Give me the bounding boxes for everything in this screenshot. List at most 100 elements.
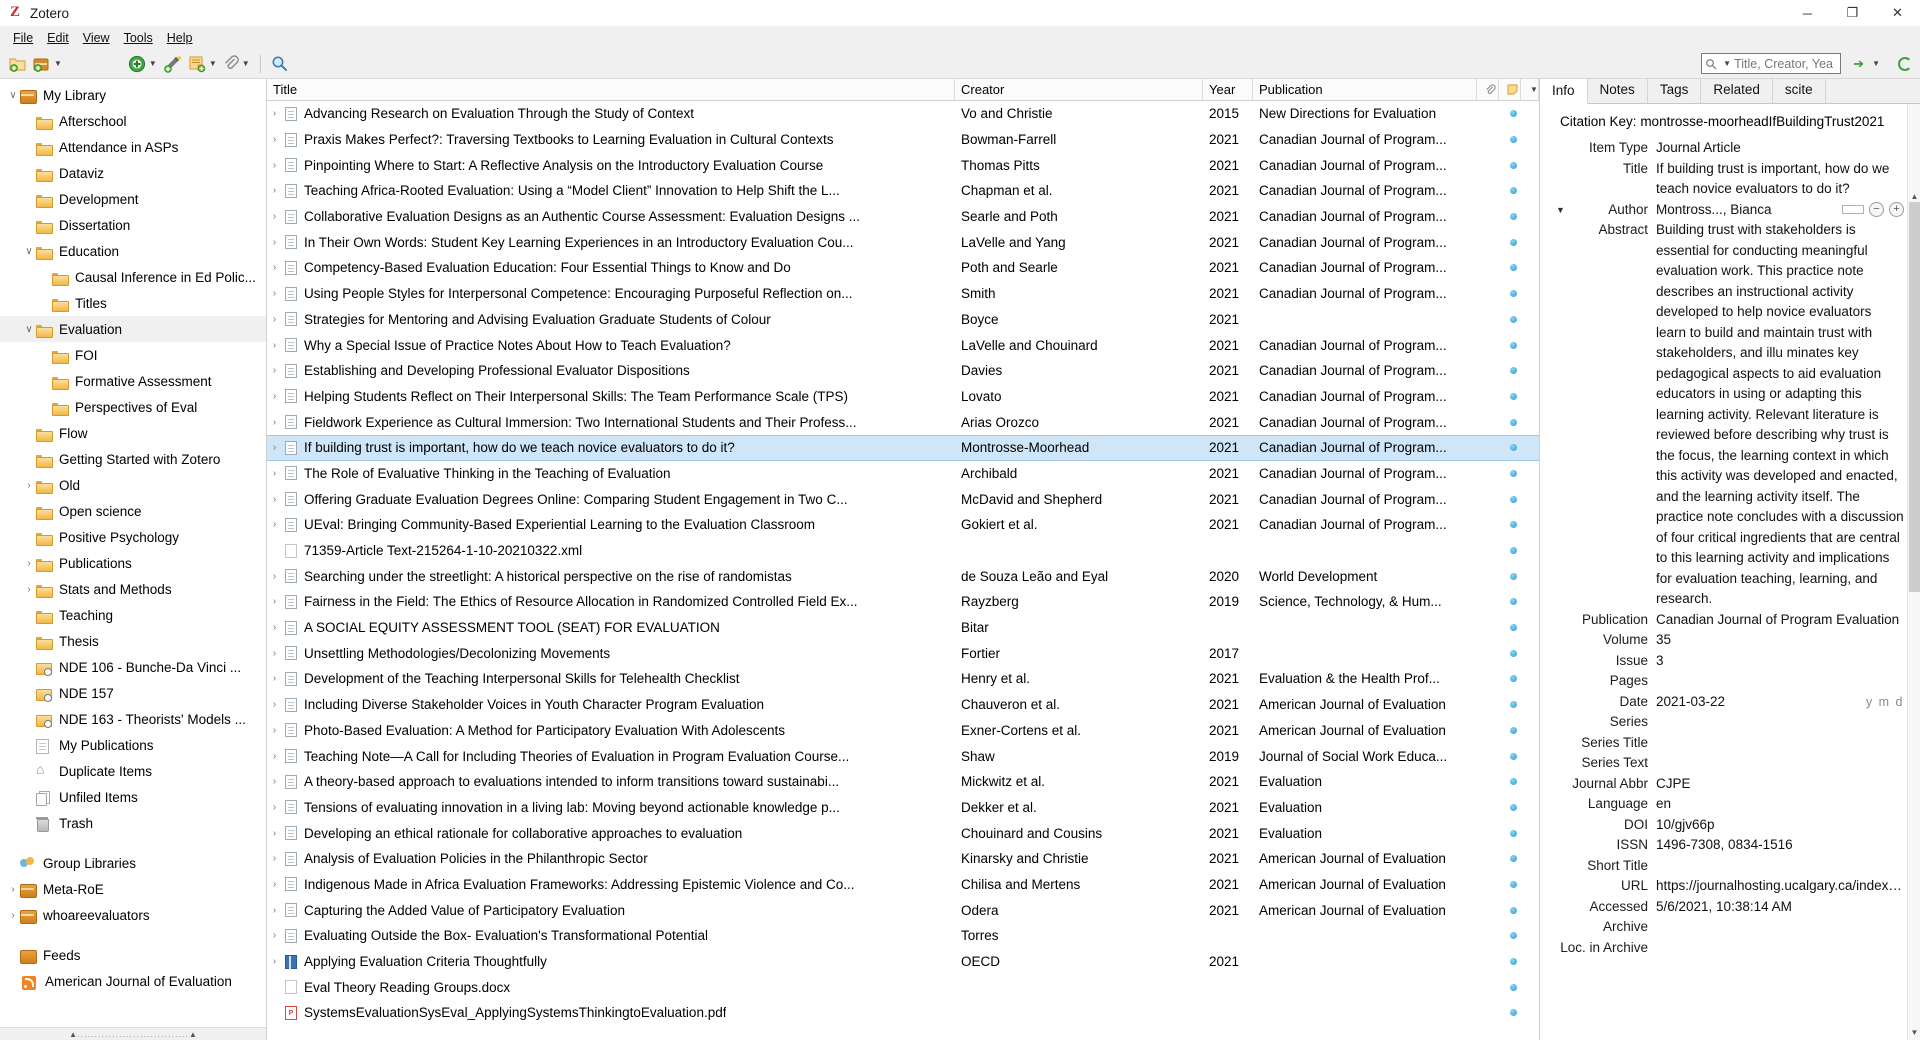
sidebar-group-meta-roe[interactable]: Meta-RoE (0, 876, 266, 902)
field-value[interactable]: Montross..., Bianca (1656, 200, 1836, 221)
field-value[interactable]: en (1656, 794, 1904, 815)
sidebar-item-development[interactable]: Development (0, 186, 266, 212)
twisty-open-icon[interactable] (22, 324, 36, 335)
new-library-chevron-down-icon[interactable]: ▼ (54, 59, 62, 68)
cell-title[interactable]: Development of the Teaching Interpersona… (267, 671, 955, 686)
menu-view[interactable]: View (76, 29, 117, 47)
cell-title[interactable]: Capturing the Added Value of Participato… (267, 903, 955, 918)
cell-title[interactable]: The Role of Evaluative Thinking in the T… (267, 466, 955, 481)
sidebar-group-libraries-header[interactable]: Group Libraries (0, 850, 266, 876)
expand-row-icon[interactable] (267, 391, 282, 402)
field-value[interactable] (1656, 856, 1904, 877)
table-row[interactable]: Why a Special Issue of Practice Notes Ab… (267, 332, 1539, 358)
cell-title[interactable]: A SOCIAL EQUITY ASSESSMENT TOOL (SEAT) F… (267, 620, 955, 635)
sidebar-feeds-header[interactable]: Feeds (0, 942, 266, 968)
add-attachment-chevron-down-icon[interactable]: ▼ (242, 59, 250, 68)
tab-scite[interactable]: scite (1772, 79, 1826, 103)
table-row[interactable]: Capturing the Added Value of Participato… (267, 897, 1539, 923)
cell-title[interactable]: 71359-Article Text-215264-1-10-20210322.… (267, 543, 955, 558)
search-scope-chevron-down-icon[interactable]: ▼ (1723, 59, 1731, 68)
expand-row-icon[interactable] (267, 237, 282, 248)
sidebar-item-titles[interactable]: Titles (0, 290, 266, 316)
twisty-open-icon[interactable]: ▼ (1556, 200, 1565, 221)
menu-help[interactable]: Help (160, 29, 200, 47)
cell-title[interactable]: A theory-based approach to evaluations i… (267, 774, 955, 789)
author-switch-mode-button[interactable] (1842, 205, 1864, 215)
cell-title[interactable]: Indigenous Made in Africa Evaluation Fra… (267, 877, 955, 892)
cell-title[interactable]: Photo-Based Evaluation: A Method for Par… (267, 723, 955, 738)
expand-row-icon[interactable] (267, 108, 282, 119)
twisty-closed-icon[interactable] (22, 480, 36, 491)
expand-row-icon[interactable] (267, 571, 282, 582)
expand-row-icon[interactable] (267, 519, 282, 530)
field-value[interactable] (1656, 733, 1904, 754)
table-row[interactable]: Developing an ethical rationale for coll… (267, 820, 1539, 846)
table-row[interactable]: Competency-Based Evaluation Education: F… (267, 255, 1539, 281)
field-value[interactable]: Canadian Journal of Program Evaluation (1656, 610, 1904, 631)
search-input[interactable]: ▼ Title, Creator, Yea (1701, 53, 1842, 74)
cell-title[interactable]: Strategies for Mentoring and Advising Ev… (267, 312, 955, 327)
column-header-note[interactable] (1499, 79, 1521, 101)
table-row[interactable]: Offering Graduate Evaluation Degrees Onl… (267, 486, 1539, 512)
expand-row-icon[interactable] (267, 930, 282, 941)
sidebar-item-open-science[interactable]: Open science (0, 498, 266, 524)
field-value[interactable]: https://journalhosting.ucalgary.ca/index… (1656, 876, 1904, 897)
sidebar-item-teaching[interactable]: Teaching (0, 602, 266, 628)
column-header-title[interactable]: Title (267, 79, 955, 101)
cell-title[interactable]: Praxis Makes Perfect?: Traversing Textbo… (267, 132, 955, 147)
expand-row-icon[interactable] (267, 622, 282, 633)
twisty-open-icon[interactable] (22, 246, 36, 257)
cell-title[interactable]: Fairness in the Field: The Ethics of Res… (267, 594, 955, 609)
sidebar-item-evaluation[interactable]: Evaluation (0, 316, 266, 342)
table-row[interactable]: Helping Students Reflect on Their Interp… (267, 384, 1539, 410)
table-row[interactable]: Photo-Based Evaluation: A Method for Par… (267, 718, 1539, 744)
tab-related[interactable]: Related (1701, 79, 1773, 103)
tab-notes[interactable]: Notes (1587, 79, 1648, 103)
cell-title[interactable]: Tensions of evaluating innovation in a l… (267, 800, 955, 815)
expand-row-icon[interactable] (267, 314, 282, 325)
expand-row-icon[interactable] (267, 648, 282, 659)
sidebar-item-my-library[interactable]: My Library (0, 82, 266, 108)
new-item-button[interactable]: ▼ (125, 52, 160, 76)
expand-row-icon[interactable] (267, 262, 282, 273)
table-row[interactable]: A theory-based approach to evaluations i… (267, 769, 1539, 795)
sidebar-item-dataviz[interactable]: Dataviz (0, 160, 266, 186)
details-vertical-scrollbar[interactable]: ▲ ▼ (1907, 104, 1920, 1040)
table-row[interactable]: Applying Evaluation Criteria Thoughtfull… (267, 949, 1539, 975)
table-row[interactable]: Fairness in the Field: The Ethics of Res… (267, 589, 1539, 615)
sidebar-item-perspectives-of-eval[interactable]: Perspectives of Eval (0, 394, 266, 420)
maximize-button[interactable]: ❐ (1830, 0, 1875, 27)
field-value[interactable]: 35 (1656, 630, 1904, 651)
table-row[interactable]: Eval Theory Reading Groups.docx (267, 974, 1539, 1000)
expand-row-icon[interactable] (267, 853, 282, 864)
table-row[interactable]: Searching under the streetlight: A histo… (267, 563, 1539, 589)
expand-row-icon[interactable] (267, 134, 282, 145)
add-by-identifier-button[interactable] (160, 52, 185, 76)
field-value[interactable] (1656, 671, 1904, 692)
field-value[interactable] (1656, 753, 1904, 774)
sidebar-item-positive-psychology[interactable]: Positive Psychology (0, 524, 266, 550)
sidebar-item-old[interactable]: Old (0, 472, 266, 498)
expand-row-icon[interactable] (267, 802, 282, 813)
field-value[interactable]: 2021-03-22 (1656, 692, 1858, 713)
sidebar-item-thesis[interactable]: Thesis (0, 628, 266, 654)
tab-info[interactable]: Info (1540, 79, 1588, 104)
twisty-open-icon[interactable] (6, 90, 20, 101)
table-row[interactable]: The Role of Evaluative Thinking in the T… (267, 461, 1539, 487)
cell-title[interactable]: Unsettling Methodologies/Decolonizing Mo… (267, 646, 955, 661)
cell-title[interactable]: Collaborative Evaluation Designs as an A… (267, 209, 955, 224)
menu-file[interactable]: File (6, 29, 40, 47)
menu-tools[interactable]: Tools (117, 29, 160, 47)
table-row[interactable]: Tensions of evaluating innovation in a l… (267, 795, 1539, 821)
expand-row-icon[interactable] (267, 160, 282, 171)
sidebar-item-unfiled-items[interactable]: Unfiled Items (0, 784, 266, 810)
expand-row-icon[interactable] (267, 673, 282, 684)
new-item-chevron-down-icon[interactable]: ▼ (149, 59, 157, 68)
expand-row-icon[interactable] (267, 211, 282, 222)
cell-title[interactable]: In Their Own Words: Student Key Learning… (267, 235, 955, 250)
cell-title[interactable]: If building trust is important, how do w… (267, 440, 955, 455)
sidebar-item-nde-106-bunche-da-vinci[interactable]: NDE 106 - Bunche-Da Vinci ... (0, 654, 266, 680)
cell-title[interactable]: Advancing Research on Evaluation Through… (267, 106, 955, 121)
cell-title[interactable]: Fieldwork Experience as Cultural Immersi… (267, 415, 955, 430)
sidebar-item-getting-started-with-zotero[interactable]: Getting Started with Zotero (0, 446, 266, 472)
